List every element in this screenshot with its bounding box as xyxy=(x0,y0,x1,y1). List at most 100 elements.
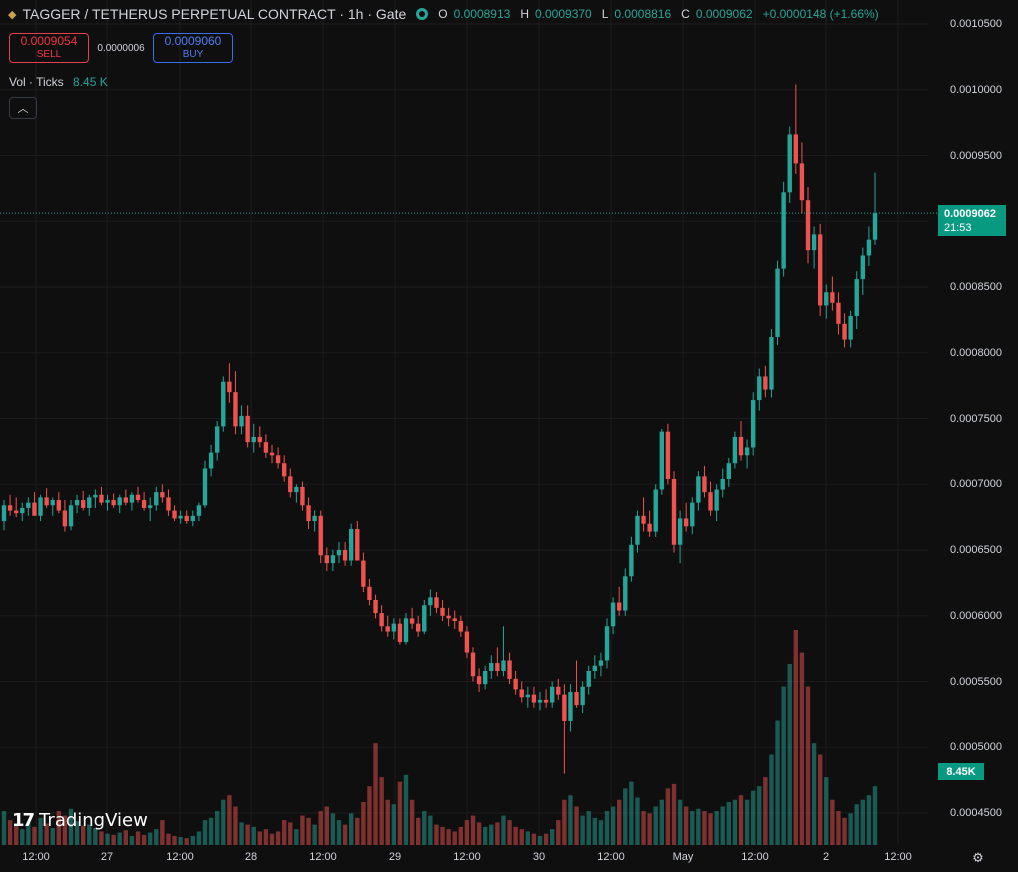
candle-body xyxy=(348,528,354,561)
candle-body xyxy=(562,694,567,721)
volume-bar xyxy=(239,822,244,845)
candle-body xyxy=(208,452,214,469)
candle-body xyxy=(647,523,652,532)
sell-button[interactable]: 0.0009054 SELL xyxy=(9,33,89,63)
volume-bar xyxy=(854,804,859,845)
time-tick-label: 2 xyxy=(822,851,830,863)
volume-bar xyxy=(415,817,421,845)
volume-bar xyxy=(385,799,390,845)
candle-body xyxy=(830,292,835,303)
candle-body xyxy=(300,486,305,506)
volume-bar xyxy=(318,811,323,845)
candle-body xyxy=(68,505,74,527)
time-tick-label: 12:00 xyxy=(741,851,769,863)
candle-body xyxy=(720,478,725,490)
candle-body xyxy=(519,689,524,698)
time-tick-label: 12:00 xyxy=(453,851,481,863)
volume-bar xyxy=(720,806,725,845)
volume-bar xyxy=(568,795,573,845)
volume-legend[interactable]: Vol · Ticks 8.45 K xyxy=(9,75,108,89)
candle-body xyxy=(671,478,677,545)
candle-body xyxy=(123,497,129,503)
volume-bar xyxy=(440,826,445,845)
candle-body xyxy=(263,442,269,453)
collapse-legend-button[interactable]: ︿ xyxy=(9,97,37,119)
candle-body xyxy=(616,602,622,611)
candle-body xyxy=(757,376,762,401)
volume-bar xyxy=(117,832,122,845)
time-tick-label: 27 xyxy=(100,851,114,863)
volume-bar xyxy=(817,754,823,845)
candle-body xyxy=(336,550,342,556)
candle-body xyxy=(306,505,311,522)
volume-bar xyxy=(105,833,110,845)
volume-bar xyxy=(513,826,518,845)
diamond-icon: ◆ xyxy=(8,8,17,21)
price-chart[interactable] xyxy=(0,0,1018,872)
candle-body xyxy=(476,676,482,685)
candle-body xyxy=(854,279,859,316)
volume-bar xyxy=(732,799,738,845)
tradingview-logo[interactable]: 17 TradingView xyxy=(12,810,148,831)
last-price-tag: 0.0009062 21:53 xyxy=(938,205,1006,236)
candle-body xyxy=(799,163,805,201)
candle-body xyxy=(166,497,171,511)
candle-body xyxy=(726,463,732,479)
volume-bar xyxy=(348,813,354,845)
volume-bar xyxy=(422,811,427,845)
volume-bar xyxy=(537,835,543,845)
candle-body xyxy=(446,615,451,619)
candle-body xyxy=(117,497,122,506)
candle-body xyxy=(543,699,549,703)
volume-bar xyxy=(1,811,7,845)
market-open-icon xyxy=(416,8,429,20)
volume-bar xyxy=(251,826,256,845)
candle-body xyxy=(696,476,701,503)
time-tick-label: 12:00 xyxy=(166,851,194,863)
candle-body xyxy=(513,678,518,690)
volume-bar xyxy=(738,795,744,845)
price-tick-label: 0.0008500 xyxy=(950,281,1002,293)
time-tick-label: 12:00 xyxy=(884,851,912,863)
candle-body xyxy=(93,494,98,498)
volume-bar xyxy=(269,833,275,845)
volume-bar xyxy=(489,824,494,845)
candle-body xyxy=(452,618,457,622)
volume-bar xyxy=(586,811,591,845)
chart-header: ◆ TAGGER / TETHERUS PERPETUAL CONTRACT ·… xyxy=(8,6,883,22)
buy-button[interactable]: 0.0009060 BUY xyxy=(153,33,233,63)
settings-gear-icon[interactable]: ⚙ xyxy=(970,850,986,866)
symbol-title[interactable]: TAGGER / TETHERUS PERPETUAL CONTRACT · 1… xyxy=(22,6,406,22)
candle-body xyxy=(495,663,500,671)
candle-body xyxy=(330,555,336,564)
candle-body xyxy=(190,515,196,522)
candle-body xyxy=(580,686,585,706)
candle-body xyxy=(129,494,135,503)
candle-body xyxy=(732,436,738,464)
candle-body xyxy=(147,505,153,508)
candle-body xyxy=(787,134,792,193)
candle-body xyxy=(793,134,799,164)
volume-bar xyxy=(190,835,196,845)
candle-body xyxy=(623,576,628,611)
candle-body xyxy=(409,618,415,624)
volume-bar xyxy=(397,781,403,845)
candle-body xyxy=(750,400,756,448)
candle-body xyxy=(537,699,543,703)
volume-bar xyxy=(696,808,701,845)
candle-body xyxy=(135,494,141,501)
volume-bar xyxy=(702,811,707,845)
volume-bar xyxy=(403,774,409,845)
volume-bar xyxy=(367,786,372,845)
candle-body xyxy=(434,597,439,608)
volume-bar xyxy=(263,829,269,845)
candle-body xyxy=(659,431,665,490)
volume-bar xyxy=(690,811,695,845)
volume-bar xyxy=(708,813,713,845)
candle-body xyxy=(245,415,250,443)
candle-body xyxy=(635,515,640,545)
candle-body xyxy=(196,505,202,516)
candle-body xyxy=(227,381,232,393)
candle-body xyxy=(379,613,384,627)
volume-bar xyxy=(592,817,598,845)
